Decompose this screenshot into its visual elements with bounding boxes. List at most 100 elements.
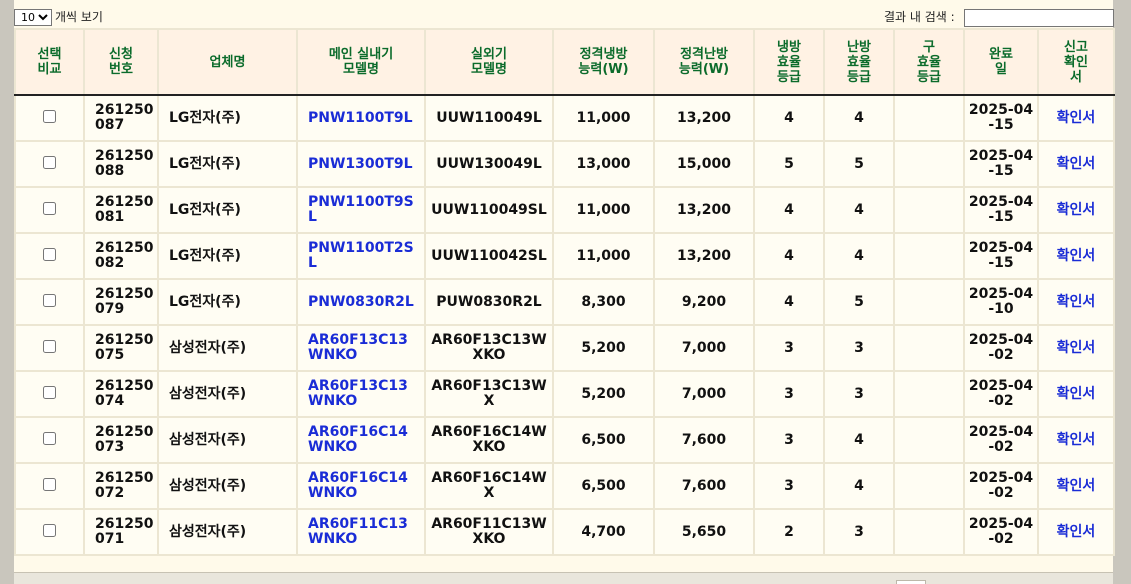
outdoor-model: PUW0830R2L — [424, 278, 554, 326]
rated-heating: 15,000 — [653, 140, 755, 188]
header-label: 난방 효율 등급 — [847, 39, 871, 85]
company-name: LG전자(주) — [157, 232, 298, 280]
old-grade — [893, 232, 965, 280]
completion-date: 2025-04-02 — [963, 416, 1039, 464]
completion-date: 2025-04-10 — [963, 278, 1039, 326]
confirmation-link[interactable]: 확인서 — [1057, 248, 1096, 264]
confirmation-link[interactable]: 확인서 — [1057, 386, 1096, 402]
compare-checkbox[interactable] — [43, 155, 56, 169]
header-cooling-grade[interactable]: 냉방 효율 등급 — [753, 28, 825, 96]
compare-checkbox[interactable] — [43, 339, 56, 353]
main-model-link[interactable]: AR60F13C13WNKO — [296, 324, 426, 372]
header-label: 신고 확인 서 — [1064, 39, 1088, 85]
heating-grade: 5 — [823, 140, 895, 188]
main-model-link[interactable]: AR60F13C13WNKO — [296, 370, 426, 418]
header-heating-grade[interactable]: 난방 효율 등급 — [823, 28, 895, 96]
cooling-grade: 4 — [753, 94, 825, 142]
compare-checkbox[interactable] — [43, 523, 56, 537]
header-label: 선택 비교 — [37, 47, 62, 77]
header-rated-cooling[interactable]: 정격냉방 능력(W) — [552, 28, 655, 96]
confirmation-link[interactable]: 확인서 — [1057, 294, 1096, 310]
row-select-cell — [14, 278, 85, 326]
compare-checkbox[interactable] — [43, 385, 56, 399]
table-row: 261250075 삼성전자(주) AR60F13C13WNKO AR60F13C13… — [14, 324, 1115, 372]
scrollbar-thumb[interactable] — [896, 580, 926, 584]
compare-checkbox[interactable] — [43, 477, 56, 491]
header-label: 정격난방 능력(W) — [678, 47, 730, 77]
old-grade — [893, 370, 965, 418]
results-table: 선택 비교 신청 번호 업체명 메인 실내기 모델명 실외기 모델명 정격냉방 … — [14, 28, 1115, 556]
outdoor-model: UUW110042SL — [424, 232, 554, 280]
rated-heating: 13,200 — [653, 232, 755, 280]
confirmation-link[interactable]: 확인서 — [1057, 432, 1096, 448]
confirm-cell: 확인서 — [1037, 416, 1115, 464]
application-number: 261250082 — [83, 232, 159, 280]
cooling-grade: 4 — [753, 186, 825, 234]
rated-heating: 13,200 — [653, 94, 755, 142]
header-completion-date[interactable]: 완료 일 — [963, 28, 1039, 96]
header-main-indoor-model[interactable]: 메인 실내기 모델명 — [296, 28, 426, 96]
company-name: 삼성전자(주) — [157, 462, 298, 510]
rated-cooling: 5,200 — [552, 370, 655, 418]
application-number: 261250074 — [83, 370, 159, 418]
header-select-compare[interactable]: 선택 비교 — [14, 28, 85, 96]
compare-checkbox[interactable] — [43, 247, 56, 261]
main-model-link[interactable]: AR60F16C14WNKO — [296, 416, 426, 464]
confirmation-link[interactable]: 확인서 — [1057, 340, 1096, 356]
confirm-cell: 확인서 — [1037, 462, 1115, 510]
confirm-cell: 확인서 — [1037, 186, 1115, 234]
compare-checkbox[interactable] — [43, 293, 56, 307]
cooling-grade: 5 — [753, 140, 825, 188]
main-model-link[interactable]: AR60F16C14WNKO — [296, 462, 426, 510]
old-grade — [893, 186, 965, 234]
table-header-row: 선택 비교 신청 번호 업체명 메인 실내기 모델명 실외기 모델명 정격냉방 … — [14, 28, 1115, 96]
completion-date: 2025-04-15 — [963, 94, 1039, 142]
main-model-link[interactable]: PNW1300T9L — [296, 140, 426, 188]
completion-date: 2025-04-15 — [963, 186, 1039, 234]
confirmation-link[interactable]: 확인서 — [1057, 202, 1096, 218]
row-select-cell — [14, 462, 85, 510]
horizontal-scrollbar[interactable] — [14, 572, 1113, 584]
company-name: 삼성전자(주) — [157, 416, 298, 464]
compare-checkbox[interactable] — [43, 201, 56, 215]
confirmation-link[interactable]: 확인서 — [1057, 524, 1096, 540]
confirmation-link[interactable]: 확인서 — [1057, 156, 1096, 172]
confirm-cell: 확인서 — [1037, 94, 1115, 142]
rated-heating: 7,600 — [653, 416, 755, 464]
main-model-link[interactable]: PNW1100T2SL — [296, 232, 426, 280]
application-number: 261250087 — [83, 94, 159, 142]
page-length-select[interactable]: 10 — [14, 9, 52, 26]
search-input[interactable] — [964, 9, 1114, 27]
compare-checkbox[interactable] — [43, 431, 56, 445]
header-label: 냉방 효율 등급 — [777, 39, 801, 85]
header-outdoor-model[interactable]: 실외기 모델명 — [424, 28, 554, 96]
header-application-number[interactable]: 신청 번호 — [83, 28, 159, 96]
heating-grade: 4 — [823, 416, 895, 464]
header-rated-heating[interactable]: 정격난방 능력(W) — [653, 28, 755, 96]
confirmation-link[interactable]: 확인서 — [1057, 478, 1096, 494]
completion-date: 2025-04-02 — [963, 324, 1039, 372]
row-select-cell — [14, 370, 85, 418]
outdoor-model: AR60F11C13WXKO — [424, 508, 554, 556]
old-grade — [893, 278, 965, 326]
row-select-cell — [14, 94, 85, 142]
main-model-link[interactable]: PNW1100T9L — [296, 94, 426, 142]
main-model-link[interactable]: PNW0830R2L — [296, 278, 426, 326]
heating-grade: 5 — [823, 278, 895, 326]
old-grade — [893, 324, 965, 372]
old-grade — [893, 94, 965, 142]
compare-checkbox[interactable] — [43, 109, 56, 123]
application-number: 261250073 — [83, 416, 159, 464]
confirmation-link[interactable]: 확인서 — [1057, 110, 1096, 126]
rated-cooling: 5,200 — [552, 324, 655, 372]
header-report-confirmation[interactable]: 신고 확인 서 — [1037, 28, 1115, 96]
header-company[interactable]: 업체명 — [157, 28, 298, 96]
outdoor-model: AR60F16C14WX — [424, 462, 554, 510]
header-label: 구 효율 등급 — [917, 39, 941, 85]
main-model-link[interactable]: AR60F11C13WNKO — [296, 508, 426, 556]
main-model-link[interactable]: PNW1100T9SL — [296, 186, 426, 234]
cooling-grade: 3 — [753, 324, 825, 372]
cooling-grade: 4 — [753, 232, 825, 280]
header-old-grade[interactable]: 구 효율 등급 — [893, 28, 965, 96]
confirm-cell: 확인서 — [1037, 370, 1115, 418]
